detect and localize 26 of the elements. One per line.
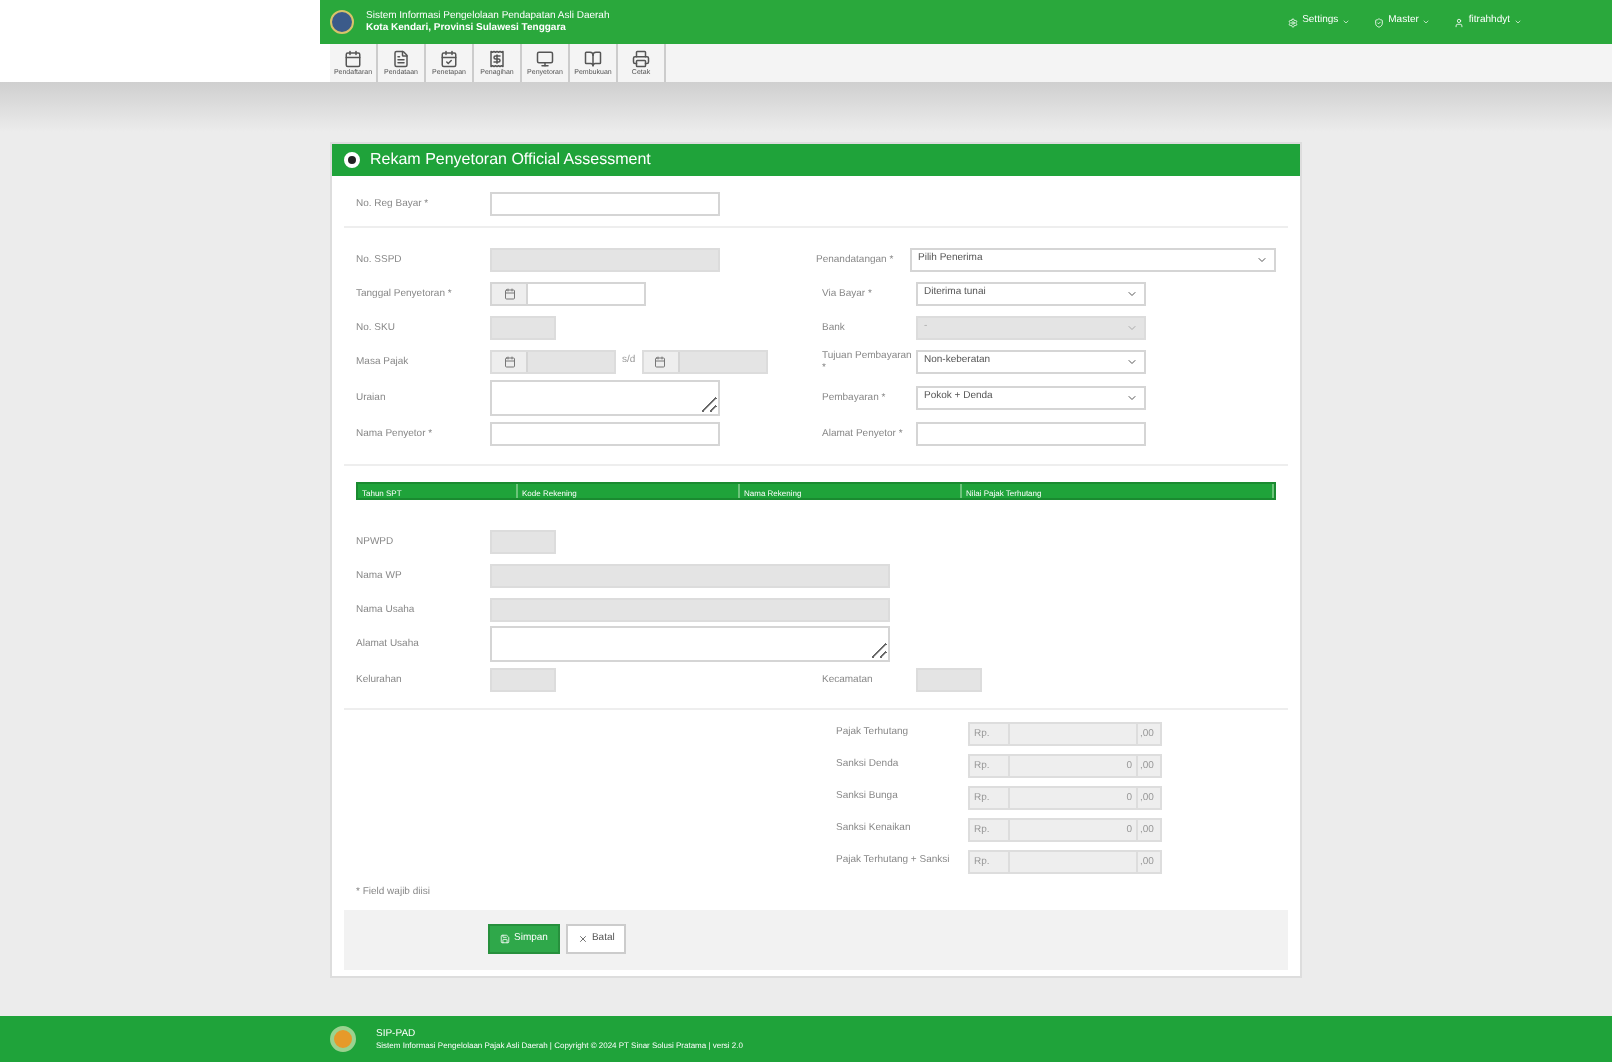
calendar-icon — [503, 288, 515, 300]
toolbar-icon — [536, 50, 554, 68]
textarea-field[interactable] — [490, 626, 890, 662]
chevron-down-icon — [1256, 254, 1268, 266]
chevron-down-icon — [1126, 392, 1138, 404]
logo-icon — [330, 10, 354, 34]
form-title: Rekam Penyetoran Official Assessment — [370, 148, 651, 172]
textarea-field[interactable] — [490, 380, 720, 416]
toolbar-icon — [440, 50, 458, 68]
toolbar-icon — [632, 50, 650, 68]
text-field[interactable] — [490, 422, 720, 446]
calendar-icon — [503, 356, 515, 368]
date-field[interactable] — [490, 282, 646, 306]
chevron-down-icon — [1126, 356, 1138, 368]
calendar-icon — [654, 356, 667, 368]
toolbar-icon — [584, 50, 602, 68]
chevron-down-icon — [1126, 288, 1138, 300]
toolbar-icon — [488, 50, 506, 68]
save-icon — [500, 934, 510, 944]
form-icon — [344, 152, 360, 168]
text-field[interactable] — [916, 422, 1146, 446]
text-field[interactable] — [490, 192, 720, 216]
toolbar-icon — [344, 50, 362, 68]
toolbar-icon — [392, 50, 410, 68]
footer-logo-icon — [330, 1026, 356, 1052]
chevron-down-icon — [1126, 322, 1138, 334]
